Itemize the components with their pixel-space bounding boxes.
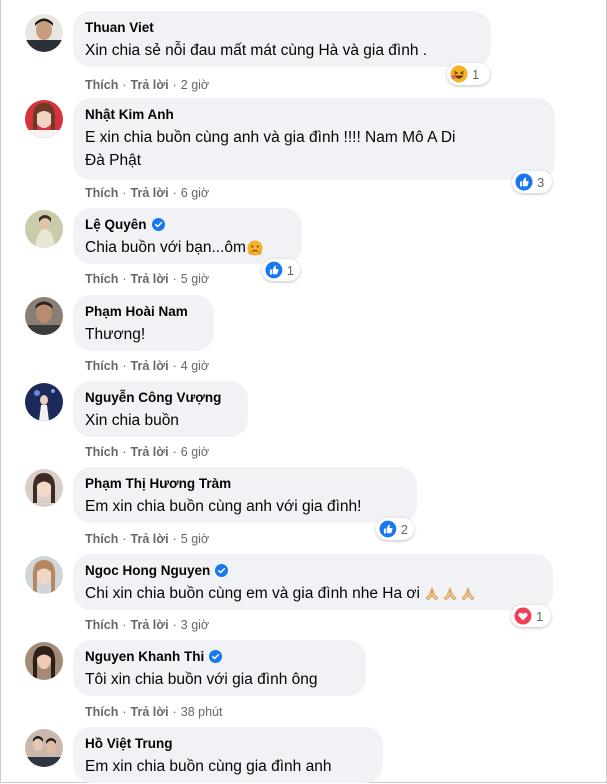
comment-actions: Thích · Trả lời · 6 giờ bbox=[85, 186, 210, 200]
comment-actions: Thích · Trả lời · 5 giờ bbox=[85, 272, 210, 286]
avatar[interactable] bbox=[25, 14, 63, 52]
comment-actions: Thích · Trả lời · 4 giờ bbox=[85, 359, 210, 373]
timestamp[interactable]: 5 giờ bbox=[181, 532, 209, 546]
comment-bubble: Phạm Hoài Nam Thương! bbox=[73, 295, 214, 351]
avatar[interactable] bbox=[25, 297, 63, 335]
love-icon bbox=[514, 607, 532, 625]
like-icon bbox=[379, 520, 397, 538]
reply-link[interactable]: Trả lời bbox=[131, 272, 169, 286]
commenter-name[interactable]: Thuan Viet bbox=[85, 19, 479, 36]
comment-bubble: Phạm Thị Hương Tràm Em xin chia buồn cùn… bbox=[73, 467, 417, 523]
sad-hug-emoji-icon bbox=[247, 240, 263, 255]
verified-badge-icon bbox=[151, 218, 165, 231]
praying-hands-emojis bbox=[424, 586, 476, 602]
comment-bubble: Hồ Việt Trung Em xin chia buồn cùng gia … bbox=[73, 727, 383, 783]
like-icon bbox=[515, 173, 533, 191]
comment-text: Xin chia sẻ nỗi đau mất mát cùng Hà và g… bbox=[85, 42, 428, 59]
timestamp[interactable]: 38 phút bbox=[181, 705, 223, 719]
reply-link[interactable]: Trả lời bbox=[131, 618, 169, 632]
comment-bubble: Nguyen Khanh Thi Tôi xin chia buồn với g… bbox=[73, 640, 366, 696]
timestamp[interactable]: 2 giờ bbox=[181, 78, 209, 92]
reaction-count: 1 bbox=[536, 608, 544, 624]
avatar[interactable] bbox=[25, 556, 63, 594]
commenter-name[interactable]: Ngoc Hong Nguyen bbox=[85, 562, 541, 579]
commenter-name[interactable]: Lệ Quyên bbox=[85, 216, 290, 233]
like-icon bbox=[265, 261, 283, 279]
comment-actions: Thích · Trả lời · 5 giờ bbox=[85, 532, 210, 546]
reply-link[interactable]: Trả lời bbox=[131, 445, 169, 459]
comment-actions: Thích · Trả lời · 2 giờ bbox=[85, 78, 210, 92]
praying-hands-icon bbox=[443, 586, 457, 600]
comments-panel: Thuan Viet Xin chia sẻ nỗi đau mất mát c… bbox=[0, 0, 607, 783]
comment-text: Chi xin chia buồn cùng em và gia đình nh… bbox=[85, 582, 541, 605]
avatar[interactable] bbox=[25, 642, 63, 680]
commenter-name[interactable]: Phạm Hoài Nam bbox=[85, 303, 202, 320]
commenter-name[interactable]: Phạm Thị Hương Tràm bbox=[85, 475, 405, 492]
comment-bubble: Nhật Kim Anh E xin chia buồn cùng anh và… bbox=[73, 98, 555, 180]
timestamp[interactable]: 4 giờ bbox=[181, 359, 209, 373]
comment-text: Thương! bbox=[85, 326, 146, 343]
timestamp[interactable]: 6 giờ bbox=[181, 186, 209, 200]
reaction-count: 3 bbox=[537, 174, 545, 190]
like-link[interactable]: Thích bbox=[85, 618, 118, 632]
comment-text: Chia buồn với bạn...ôm bbox=[85, 236, 290, 259]
like-link[interactable]: Thích bbox=[85, 705, 118, 719]
timestamp[interactable]: 5 giờ bbox=[181, 272, 209, 286]
timestamp[interactable]: 6 giờ bbox=[181, 445, 209, 459]
reaction-count: 1 bbox=[472, 66, 480, 82]
comment-bubble: Ngoc Hong Nguyen Chi xin chia buồn cùng … bbox=[73, 554, 553, 610]
praying-hands-icon bbox=[425, 586, 439, 600]
comment-text: Tôi xin chia buồn với gia đình ông bbox=[85, 671, 318, 688]
like-link[interactable]: Thích bbox=[85, 272, 118, 286]
avatar[interactable] bbox=[25, 100, 63, 138]
like-link[interactable]: Thích bbox=[85, 78, 118, 92]
commenter-name[interactable]: Nhật Kim Anh bbox=[85, 106, 543, 123]
comment-bubble: Lệ Quyên Chia buồn với bạn...ôm bbox=[73, 208, 302, 264]
reaction-badge[interactable]: 1 bbox=[262, 259, 300, 281]
comment-text: Em xin chia buồn cùng gia đình anh bbox=[85, 758, 332, 775]
like-link[interactable]: Thích bbox=[85, 359, 118, 373]
comment-actions: Thích · Trả lời · 6 giờ bbox=[85, 445, 210, 459]
reply-link[interactable]: Trả lời bbox=[131, 359, 169, 373]
comment-actions: Thích · Trả lời · 38 phút bbox=[85, 705, 223, 719]
reaction-badge[interactable]: 3 bbox=[512, 171, 552, 193]
reaction-count: 2 bbox=[400, 521, 408, 537]
like-link[interactable]: Thích bbox=[85, 445, 118, 459]
commenter-name[interactable]: Nguyễn Công Vượng bbox=[85, 389, 236, 406]
reaction-badge[interactable]: 1 bbox=[447, 63, 490, 85]
comment-text: Em xin chia buồn cùng anh với gia đình! bbox=[85, 498, 362, 515]
reply-link[interactable]: Trả lời bbox=[131, 532, 169, 546]
like-link[interactable]: Thích bbox=[85, 532, 118, 546]
avatar[interactable] bbox=[25, 210, 63, 248]
reaction-badge[interactable]: 1 bbox=[511, 605, 551, 627]
avatar[interactable] bbox=[25, 469, 63, 507]
avatar[interactable] bbox=[25, 383, 63, 421]
avatar[interactable] bbox=[25, 729, 63, 767]
like-link[interactable]: Thích bbox=[85, 186, 118, 200]
verified-badge-icon bbox=[209, 650, 223, 663]
verified-badge-icon bbox=[215, 564, 229, 577]
comment-bubble: Thuan Viet Xin chia sẻ nỗi đau mất mát c… bbox=[73, 11, 491, 67]
reaction-count: 1 bbox=[286, 262, 294, 278]
reply-link[interactable]: Trả lời bbox=[131, 78, 169, 92]
haha-icon bbox=[450, 65, 468, 83]
timestamp[interactable]: 3 giờ bbox=[181, 618, 209, 632]
comment-text: Xin chia buồn bbox=[85, 412, 179, 429]
reply-link[interactable]: Trả lời bbox=[131, 186, 169, 200]
reply-link[interactable]: Trả lời bbox=[131, 705, 169, 719]
praying-hands-icon bbox=[461, 586, 475, 600]
comment-bubble: Nguyễn Công Vượng Xin chia buồn bbox=[73, 381, 248, 437]
commenter-name[interactable]: Nguyen Khanh Thi bbox=[85, 648, 354, 665]
comment-text: E xin chia buồn cùng anh và gia đình !!!… bbox=[85, 129, 456, 169]
commenter-name[interactable]: Hồ Việt Trung bbox=[85, 735, 371, 752]
reaction-badge[interactable]: 2 bbox=[376, 518, 414, 540]
comment-actions: Thích · Trả lời · 3 giờ bbox=[85, 618, 210, 632]
